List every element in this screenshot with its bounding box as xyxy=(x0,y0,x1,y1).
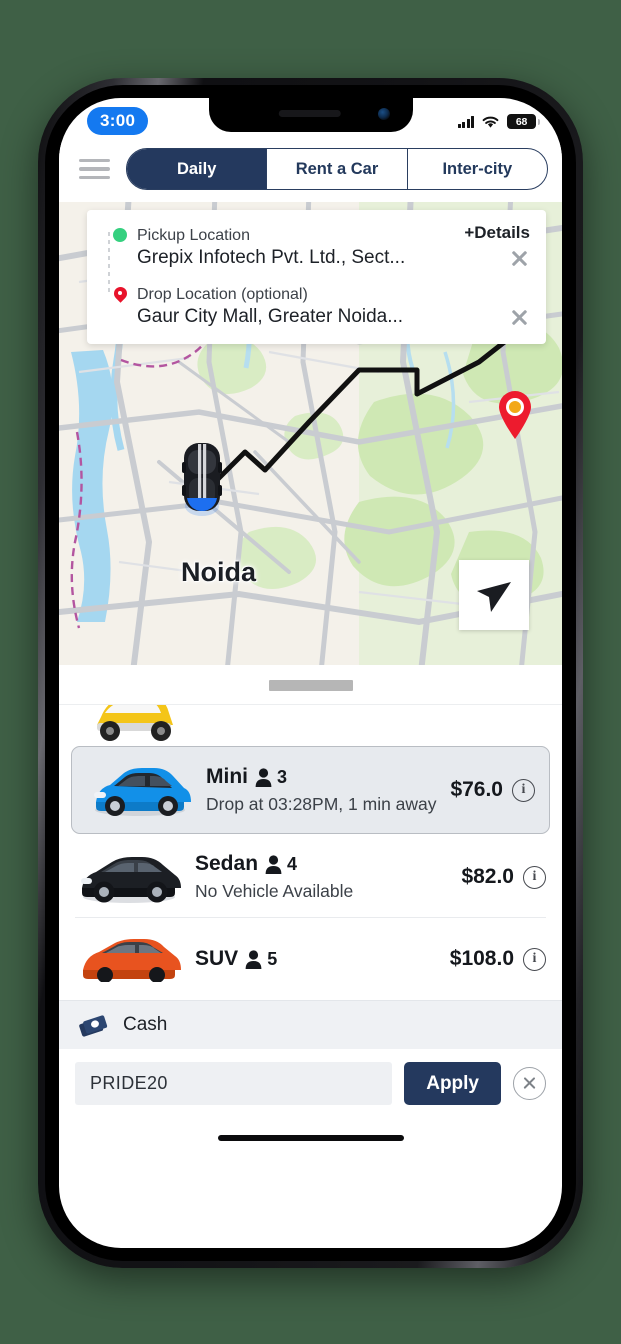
signal-bars-icon xyxy=(457,115,474,128)
top-bar: Daily Rent a Car Inter-city xyxy=(59,142,562,202)
info-icon[interactable]: i xyxy=(512,778,535,802)
car-top-view-icon xyxy=(179,440,225,521)
vehicle-price: $82.0 xyxy=(461,865,514,888)
hamburger-menu-icon[interactable] xyxy=(77,155,112,184)
phone-screen: 3:00 68 Daily Rent a Car Inter-city +Det… xyxy=(59,98,562,1248)
pickup-clear-icon[interactable] xyxy=(508,247,530,269)
vehicle-name: Mini xyxy=(206,765,248,788)
tab-inter-city[interactable]: Inter-city xyxy=(408,149,547,189)
person-icon xyxy=(245,949,262,969)
vehicle-price: $108.0 xyxy=(449,947,514,970)
payment-method-label: Cash xyxy=(123,1014,168,1035)
wifi-icon xyxy=(482,116,499,128)
promo-code-row: Apply xyxy=(59,1049,562,1121)
map-pin-icon xyxy=(103,283,137,304)
green-dot-icon xyxy=(103,224,137,242)
vehicle-capacity-count: 5 xyxy=(267,948,278,969)
home-indicator-area xyxy=(59,1121,562,1151)
vehicle-capacity: 5 xyxy=(245,949,277,970)
navigation-arrow-icon xyxy=(477,582,511,612)
info-icon[interactable]: i xyxy=(523,947,546,971)
tab-daily[interactable]: Daily xyxy=(127,149,268,189)
vehicle-row-suv[interactable]: SUV 5 $108.0 i xyxy=(59,918,562,1000)
location-card: +Details Pickup Location Grepix Infotech… xyxy=(87,210,546,345)
vehicle-peek-row[interactable] xyxy=(59,704,562,744)
auto-rickshaw-icon xyxy=(85,705,181,744)
vehicle-subtitle: Drop at 03:28PM, 1 min away xyxy=(206,794,437,814)
map-view[interactable]: +Details Pickup Location Grepix Infotech… xyxy=(59,202,562,665)
drop-location-row[interactable]: Drop Location (optional) Gaur City Mall,… xyxy=(103,283,530,328)
vehicle-name: SUV xyxy=(195,947,239,970)
vehicle-capacity-count: 3 xyxy=(277,766,288,787)
pickup-value[interactable]: Grepix Infotech Pvt. Ltd., Sect... xyxy=(137,247,500,269)
locate-me-button[interactable] xyxy=(459,560,529,630)
close-circle-icon[interactable] xyxy=(513,1067,546,1100)
status-indicators: 68 xyxy=(457,114,540,129)
blue-hatchback-icon xyxy=(86,759,194,821)
orange-suv-icon xyxy=(75,928,183,990)
pickup-location-row[interactable]: Pickup Location Grepix Infotech Pvt. Ltd… xyxy=(103,224,530,269)
apply-promo-button[interactable]: Apply xyxy=(404,1062,501,1105)
status-bar: 3:00 68 xyxy=(59,98,562,142)
vehicle-row-mini[interactable]: Mini 3 Drop at 03:28PM, 1 min away $76.0 xyxy=(71,746,550,834)
map-city-label: Noida xyxy=(181,557,257,587)
home-indicator[interactable] xyxy=(217,1135,404,1141)
status-time: 3:00 xyxy=(87,107,149,135)
vehicle-capacity: 3 xyxy=(255,767,287,788)
destination-pin-icon xyxy=(496,390,534,445)
vehicle-row-sedan[interactable]: Sedan 4 No Vehicle Available $82.0 i xyxy=(59,836,562,918)
info-icon[interactable]: i xyxy=(523,865,546,889)
payment-method-row[interactable]: Cash xyxy=(59,1000,562,1049)
vehicle-capacity-count: 4 xyxy=(287,853,298,874)
black-sedan-icon xyxy=(75,846,183,908)
person-icon xyxy=(265,854,282,874)
vehicle-name: Sedan xyxy=(195,852,259,875)
service-tabs: Daily Rent a Car Inter-city xyxy=(126,148,548,190)
drop-value[interactable]: Gaur City Mall, Greater Noida... xyxy=(137,306,500,328)
vehicle-capacity: 4 xyxy=(265,854,297,875)
vehicle-list: Mini 3 Drop at 03:28PM, 1 min away $76.0 xyxy=(59,704,562,1000)
promo-code-input[interactable] xyxy=(75,1062,393,1105)
battery-icon: 68 xyxy=(507,114,540,129)
battery-level: 68 xyxy=(515,115,528,128)
pickup-label: Pickup Location xyxy=(137,227,250,244)
cash-money-icon xyxy=(79,1015,108,1037)
drop-clear-icon[interactable] xyxy=(508,306,530,328)
drop-label: Drop Location (optional) xyxy=(137,286,308,304)
sheet-drag-handle[interactable] xyxy=(59,665,562,704)
person-icon xyxy=(255,767,272,787)
vehicle-subtitle: No Vehicle Available xyxy=(195,881,354,901)
tab-rent-a-car[interactable]: Rent a Car xyxy=(267,149,408,189)
bottom-sheet: Mini 3 Drop at 03:28PM, 1 min away $76.0 xyxy=(59,665,562,1151)
vehicle-price: $76.0 xyxy=(450,778,503,801)
